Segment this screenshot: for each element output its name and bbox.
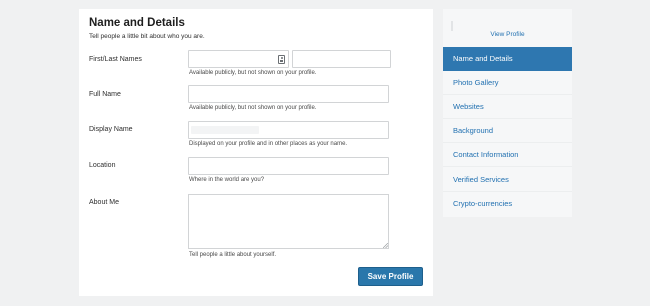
full-name-input[interactable] bbox=[188, 85, 389, 103]
profile-sidebar: View Profile Name and Details Photo Gall… bbox=[443, 9, 572, 217]
sidebar-item-background[interactable]: Background bbox=[443, 119, 572, 143]
display-name-input[interactable] bbox=[188, 121, 389, 139]
resize-grip-icon[interactable] bbox=[383, 243, 388, 248]
first-last-names-label: First/Last Names bbox=[89, 56, 142, 63]
avatar bbox=[451, 21, 453, 31]
first-name-input[interactable] bbox=[188, 50, 289, 68]
about-me-textarea[interactable] bbox=[188, 194, 389, 249]
full-name-hint: Available publicly, but not shown on you… bbox=[189, 105, 317, 111]
profile-form-panel: Name and Details Tell people a little bi… bbox=[79, 9, 433, 296]
sidebar-item-name-and-details[interactable]: Name and Details bbox=[443, 47, 572, 71]
about-me-hint: Tell people a little about yourself. bbox=[189, 252, 277, 258]
about-me-label: About Me bbox=[89, 199, 119, 206]
display-name-label: Display Name bbox=[89, 126, 133, 133]
sidebar-item-photo-gallery[interactable]: Photo Gallery bbox=[443, 71, 572, 95]
location-label: Location bbox=[89, 162, 116, 169]
page-subtitle: Tell people a little bit about who you a… bbox=[89, 33, 205, 40]
display-name-value bbox=[191, 126, 259, 134]
save-profile-button[interactable]: Save Profile bbox=[358, 267, 423, 286]
sidebar-item-websites[interactable]: Websites bbox=[443, 95, 572, 119]
location-hint: Where in the world are you? bbox=[189, 177, 265, 183]
display-name-hint: Displayed on your profile and in other p… bbox=[189, 141, 348, 147]
last-name-input[interactable] bbox=[292, 50, 391, 68]
sidebar-item-contact-information[interactable]: Contact Information bbox=[443, 143, 572, 167]
page-title: Name and Details bbox=[89, 17, 185, 29]
sidebar-item-verified-services[interactable]: Verified Services bbox=[443, 168, 572, 192]
contact-card-icon[interactable] bbox=[278, 55, 285, 64]
location-input[interactable] bbox=[188, 157, 389, 175]
view-profile-link[interactable]: View Profile bbox=[443, 31, 572, 38]
full-name-label: Full Name bbox=[89, 91, 121, 98]
sidebar-item-crypto-currencies[interactable]: Crypto-currencies bbox=[443, 192, 572, 216]
first-last-names-hint: Available publicly, but not shown on you… bbox=[189, 70, 317, 76]
